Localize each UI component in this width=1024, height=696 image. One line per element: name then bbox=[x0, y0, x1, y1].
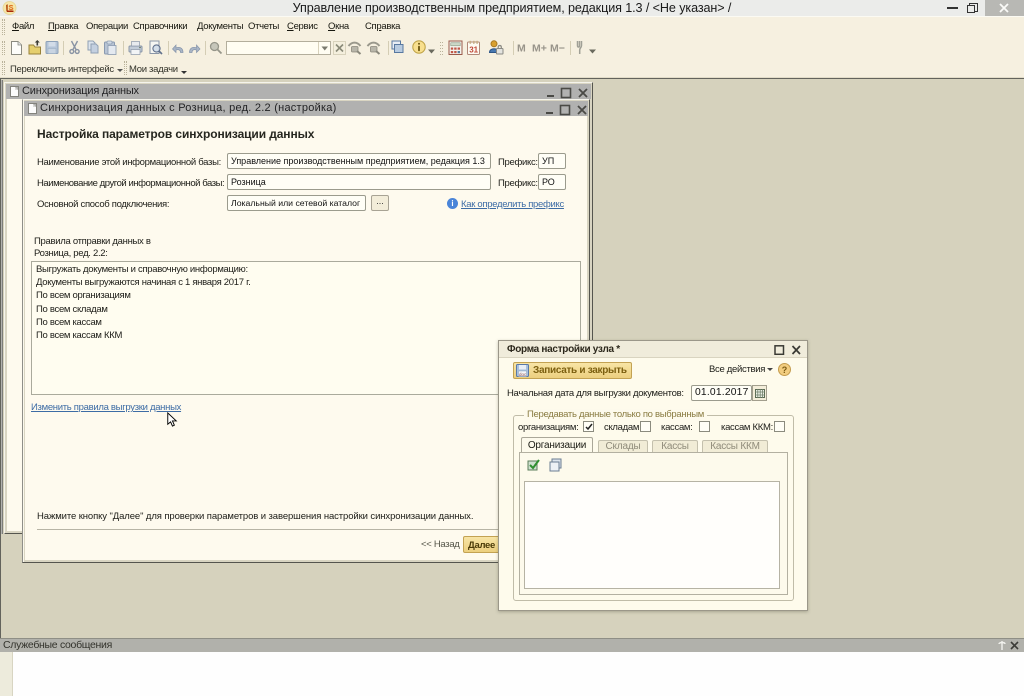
svg-text:31: 31 bbox=[469, 46, 478, 55]
svg-text:M: M bbox=[517, 43, 526, 55]
svg-text:M+: M+ bbox=[532, 43, 547, 55]
svg-text:M−: M− bbox=[550, 43, 565, 55]
svg-text:doc: doc bbox=[519, 372, 527, 377]
